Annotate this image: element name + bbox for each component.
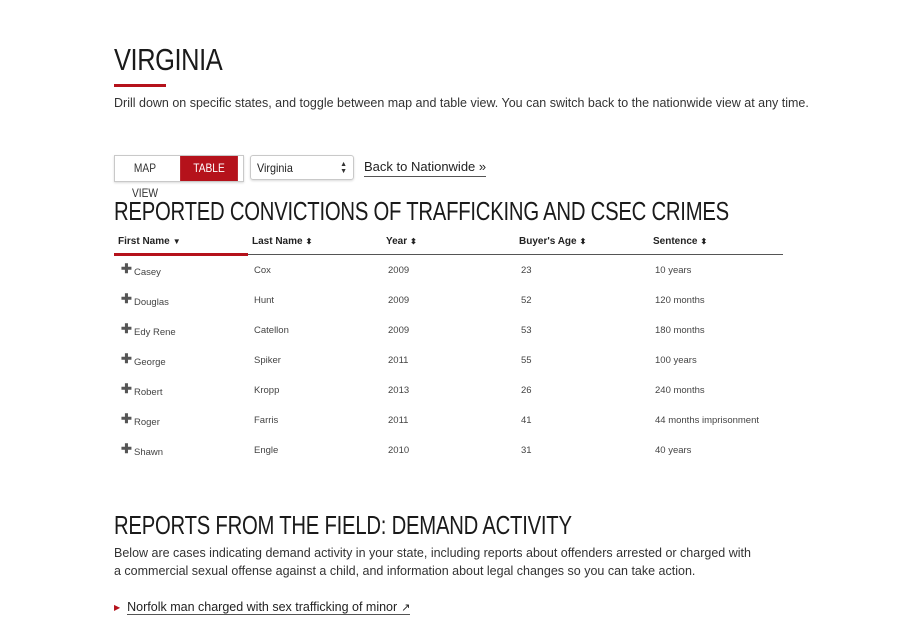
- expand-plus-icon[interactable]: ✚: [121, 322, 132, 335]
- convictions-table: First Name ▼ Last Name ⬍ Year ⬍ Buyer's Age…: [114, 232, 783, 465]
- column-label: Buyer's Age: [519, 236, 577, 247]
- cell-buyers-age: 23: [521, 265, 532, 276]
- convictions-heading: REPORTED CONVICTIONS OF TRAFFICKING AND …: [114, 196, 729, 226]
- expand-plus-icon[interactable]: ✚: [121, 292, 132, 305]
- table-header: First Name ▼ Last Name ⬍ Year ⬍ Buyer's Age…: [114, 232, 783, 256]
- state-select-value: Virginia: [257, 161, 293, 175]
- table-row[interactable]: ✚ Douglas Hunt 2009 52 120 months: [114, 285, 783, 315]
- expand-plus-icon[interactable]: ✚: [121, 262, 132, 275]
- page-title: VIRGINIA: [114, 42, 223, 77]
- cell-last-name: Farris: [254, 415, 279, 426]
- map-view-button[interactable]: MAP VIEW: [119, 156, 171, 200]
- cell-year: 2009: [388, 325, 410, 336]
- page-intro: Drill down on specific states, and toggl…: [114, 96, 809, 110]
- expand-plus-icon[interactable]: ✚: [121, 382, 132, 395]
- cell-sentence: 120 months: [655, 295, 705, 306]
- cell-buyers-age: 31: [521, 445, 532, 456]
- cell-first-name: Edy Rene: [134, 327, 176, 338]
- view-toggle: MAP VIEW TABLE VIEW: [114, 155, 244, 200]
- cell-sentence: 100 years: [655, 355, 697, 366]
- cell-year: 2013: [388, 385, 410, 396]
- cell-sentence: 40 years: [655, 445, 692, 456]
- external-link-icon: ↗: [401, 602, 411, 614]
- column-header-buyers-age[interactable]: Buyer's Age ⬍: [519, 236, 586, 247]
- column-label: First Name: [118, 236, 170, 247]
- cell-year: 2011: [388, 355, 409, 366]
- sort-icon: ⬍: [700, 237, 708, 246]
- expand-plus-icon[interactable]: ✚: [121, 442, 132, 455]
- cell-last-name: Hunt: [254, 295, 275, 306]
- cell-first-name: Casey: [134, 267, 161, 278]
- reports-description: Below are cases indicating demand activi…: [114, 546, 751, 578]
- news-link[interactable]: Norfolk man charged with sex trafficking…: [127, 600, 411, 615]
- cell-last-name: Spiker: [254, 355, 281, 366]
- cell-last-name: Engle: [254, 445, 279, 456]
- cell-first-name: Shawn: [134, 447, 164, 458]
- cell-first-name: George: [134, 357, 166, 368]
- sort-icon: ⬍: [305, 237, 313, 246]
- table-row[interactable]: ✚ Shawn Engle 2010 31 40 years: [114, 435, 783, 465]
- cell-first-name: Robert: [134, 387, 163, 398]
- cell-year: 2011: [388, 415, 409, 426]
- expand-plus-icon[interactable]: ✚: [121, 412, 132, 425]
- cell-last-name: Cox: [254, 265, 271, 276]
- table-row[interactable]: ✚ Edy Rene Catellon 2009 53 180 months: [114, 315, 783, 345]
- table-row[interactable]: ✚ Roger Farris 2011 41 44 months impriso…: [114, 405, 783, 435]
- news-item: ▶ Norfolk man charged with sex traffickin…: [114, 600, 411, 615]
- cell-buyers-age: 55: [521, 355, 532, 366]
- news-link-label: Norfolk man charged with sex trafficking…: [127, 600, 398, 614]
- reports-heading: REPORTS FROM THE FIELD: DEMAND ACTIVITY: [114, 510, 572, 540]
- cell-sentence: 10 years: [655, 265, 692, 276]
- back-to-nationwide-link[interactable]: Back to Nationwide »: [364, 159, 487, 177]
- column-header-sentence[interactable]: Sentence ⬍: [653, 236, 707, 247]
- bullet-arrow-icon: ▶: [114, 603, 121, 613]
- cell-sentence: 240 months: [655, 385, 705, 396]
- column-label: Year: [386, 236, 408, 247]
- cell-first-name: Roger: [134, 417, 160, 428]
- cell-buyers-age: 52: [521, 295, 532, 306]
- sort-desc-icon: ▼: [172, 237, 181, 246]
- table-row[interactable]: ✚ George Spiker 2011 55 100 years: [114, 345, 783, 375]
- column-header-last-name[interactable]: Last Name ⬍: [252, 236, 312, 247]
- cell-buyers-age: 53: [521, 325, 532, 336]
- cell-first-name: Douglas: [134, 297, 169, 308]
- cell-sentence: 180 months: [655, 325, 705, 336]
- cell-buyers-age: 26: [521, 385, 532, 396]
- table-row[interactable]: ✚ Robert Kropp 2013 26 240 months: [114, 375, 783, 405]
- column-header-year[interactable]: Year ⬍: [386, 236, 417, 247]
- column-header-first-name[interactable]: First Name ▼: [118, 236, 181, 247]
- cell-year: 2009: [388, 265, 410, 276]
- sort-icon: ⬍: [410, 237, 417, 246]
- cell-last-name: Kropp: [254, 385, 280, 396]
- column-label: Last Name: [252, 236, 303, 247]
- cell-year: 2010: [388, 445, 410, 456]
- expand-plus-icon[interactable]: ✚: [121, 352, 132, 365]
- cell-buyers-age: 41: [521, 415, 532, 426]
- state-select[interactable]: Virginia ▲ ▼: [250, 155, 354, 180]
- table-view-button[interactable]: TABLE VIEW: [180, 156, 238, 200]
- title-underline: [114, 84, 166, 87]
- cell-last-name: Catellon: [254, 325, 289, 336]
- table-row[interactable]: ✚ Casey Cox 2009 23 10 years: [114, 255, 783, 285]
- cell-year: 2009: [388, 295, 410, 306]
- select-arrows-icon: ▲ ▼: [340, 161, 347, 175]
- cell-sentence: 44 months imprisonment: [655, 415, 760, 426]
- sort-icon: ⬍: [579, 237, 587, 246]
- column-label: Sentence: [653, 236, 698, 247]
